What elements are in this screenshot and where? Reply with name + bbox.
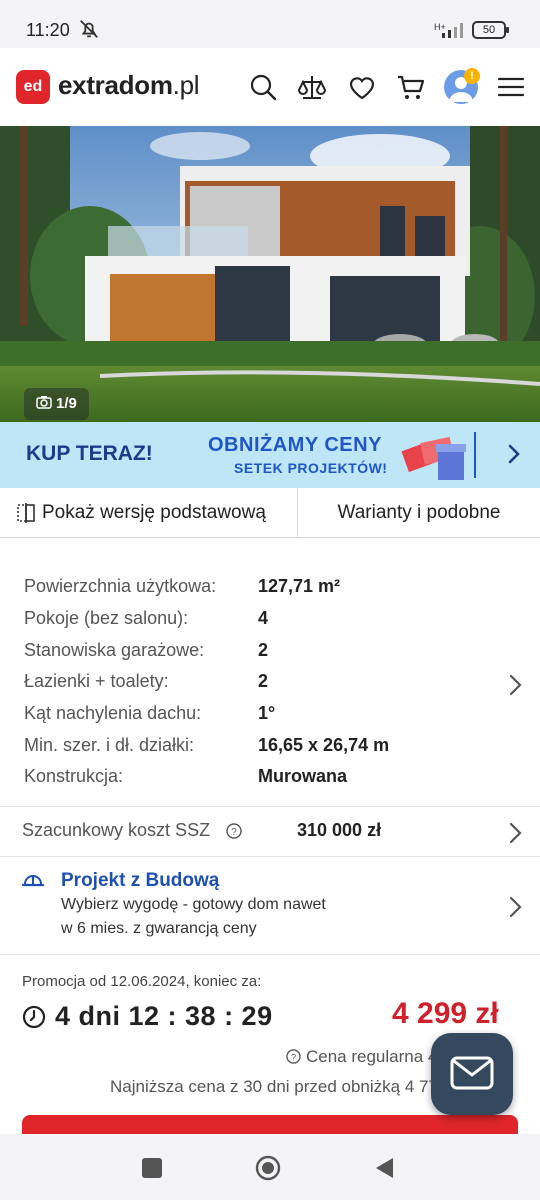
question-circle-icon[interactable]: ?	[226, 823, 242, 839]
cost-label: Szacunkowy koszt SSZ	[22, 820, 211, 840]
extradom-logo[interactable]: ed	[16, 70, 50, 104]
spec-value: 127,71 m²	[258, 576, 341, 596]
spec-value: 16,65 x 26,74 m	[258, 735, 390, 755]
signal-icon	[442, 23, 463, 38]
brand-name[interactable]: extradom.pl	[58, 70, 199, 101]
spec-label: Pokoje (bez salonu):	[24, 608, 189, 628]
spec-value: 1°	[258, 703, 276, 723]
contact-message-button[interactable]	[431, 1033, 513, 1115]
question-circle-icon[interactable]: ?	[286, 1049, 301, 1064]
promo-price: 4 299 zł	[392, 997, 499, 1030]
cost-value: 310 000 zł	[297, 820, 382, 840]
bell-off-icon	[80, 20, 98, 38]
spec-label: Kąt nachylenia dachu:	[24, 703, 202, 723]
promotion-dates: Promocja od 12.06.2024, koniec za:	[22, 973, 262, 990]
search-icon[interactable]	[248, 72, 278, 102]
spec-label: Stanowiska garażowe:	[24, 640, 205, 660]
notification-badge: !	[464, 68, 480, 84]
spec-value: 2	[258, 640, 269, 660]
svg-text:?: ?	[291, 1052, 296, 1062]
spec-label: Min. szer. i dł. działki:	[24, 735, 195, 755]
banner-subline: SETEK PROJEKTÓW!	[234, 460, 388, 476]
status-time: 11:20	[26, 20, 70, 40]
spec-label: Łazienki + toalety:	[24, 671, 169, 691]
system-nav-bar	[0, 1134, 540, 1200]
recent-apps-icon[interactable]	[142, 1158, 162, 1178]
home-icon[interactable]	[255, 1155, 281, 1181]
banner-headline: OBNIŻAMY CENY	[208, 434, 382, 456]
photo-counter[interactable]: 1/9	[24, 388, 89, 420]
spec-value: Murowana	[258, 766, 348, 786]
spec-row: Kąt nachylenia dachu: 1°	[0, 699, 540, 731]
tab-basic-version[interactable]: Pokaż wersję podstawową	[0, 488, 298, 538]
svg-text:?: ?	[231, 827, 237, 838]
spec-value: 4	[258, 608, 269, 628]
countdown-timer: 4 dni 12 : 38 : 29	[55, 1001, 273, 1031]
compare-scale-icon[interactable]	[297, 72, 327, 102]
banner-cta[interactable]: KUP TERAZ!	[26, 442, 153, 466]
compare-document-icon	[17, 503, 35, 523]
battery-icon: 50	[472, 21, 509, 39]
budowa-title[interactable]: Projekt z Budową	[61, 870, 219, 892]
spec-label: Konstrukcja:	[24, 766, 124, 786]
heart-icon[interactable]	[347, 72, 377, 102]
budowa-description: Wybierz wygodę - gotowy dom nawet	[61, 896, 326, 913]
spec-value: 2	[258, 671, 269, 691]
budowa-description: w 6 mies. z gwarancją ceny	[61, 920, 257, 937]
site-header: ed extradom.pl !	[0, 48, 540, 126]
chevron-right-icon[interactable]	[504, 672, 526, 698]
chevron-right-icon[interactable]	[502, 442, 526, 466]
clock-icon	[22, 1005, 46, 1029]
status-bar: 11:20 H+ 50	[0, 0, 540, 48]
chevron-right-icon[interactable]	[504, 820, 526, 846]
spec-row: Min. szer. i dł. działki: 16,65 x 26,74 …	[0, 731, 540, 763]
banner-separator	[474, 432, 476, 478]
gift-coupons-icon	[401, 436, 466, 480]
tab-variants[interactable]: Warianty i podobne	[298, 488, 540, 538]
back-icon[interactable]	[373, 1156, 395, 1180]
spec-label: Powierzchnia użytkowa:	[24, 576, 217, 596]
project-with-construction[interactable]: Projekt z Budową Wybierz wygodę - gotowy…	[0, 856, 540, 954]
envelope-icon	[450, 1056, 494, 1090]
helmet-icon	[22, 875, 44, 887]
promo-banner[interactable]: KUP TERAZ! OBNIŻAMY CENY SETEK PROJEKTÓW…	[0, 422, 540, 488]
spec-row: Pokoje (bez salonu): 4	[0, 604, 540, 636]
cart-icon[interactable]	[396, 72, 426, 102]
spec-row: Powierzchnia użytkowa: 127,71 m²	[0, 572, 540, 604]
lowest-price: Najniższa cena z 30 dni przed obniżką 4 …	[110, 1077, 465, 1096]
camera-icon	[36, 396, 52, 409]
chevron-right-icon[interactable]	[504, 894, 526, 920]
version-tabs: Pokaż wersję podstawową Warianty i podob…	[0, 488, 540, 538]
spec-row: Stanowiska garażowe: 2	[0, 636, 540, 668]
spec-row: Konstrukcja: Murowana	[0, 762, 540, 794]
menu-icon[interactable]	[496, 72, 526, 102]
tab-basic-version-label: Pokaż wersję podstawową	[42, 502, 266, 523]
cost-estimate-row[interactable]: Szacunkowy koszt SSZ ? 310 000 zł	[0, 806, 540, 856]
spec-row: Łazienki + toalety: 2	[0, 667, 540, 699]
house-photo[interactable]	[0, 126, 540, 422]
